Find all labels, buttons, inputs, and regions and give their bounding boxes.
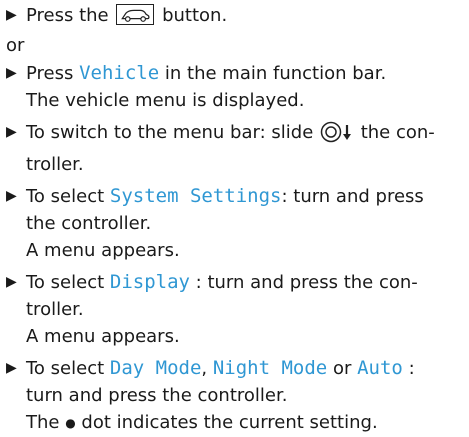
- ui-label-auto: Auto: [357, 357, 403, 379]
- dot-icon: ●: [65, 416, 76, 430]
- instruction-document: ▶ Press the button. or ▶ Press Vehicle i…: [0, 0, 469, 433]
- step-press-vehicle-button: ▶ Press the button.: [6, 2, 461, 29]
- bullet-arrow: ▶: [6, 274, 17, 290]
- step-result: A menu appears.: [26, 240, 180, 261]
- bullet-arrow: ▶: [6, 7, 17, 23]
- bullet-arrow: ▶: [6, 124, 17, 140]
- step-result: A menu appears.: [26, 326, 180, 347]
- step-switch-menu-bar: ▶ To switch to the menu bar: slide the c…: [6, 119, 461, 178]
- bullet-arrow: ▶: [6, 65, 17, 81]
- ui-label-display: Display: [109, 271, 190, 293]
- step-press-vehicle-menu: ▶ Press Vehicle in the main function bar…: [6, 60, 461, 114]
- ui-label-system-settings: System Settings: [109, 185, 282, 207]
- ui-label-day-mode: Day Mode: [109, 357, 202, 379]
- step-select-system-settings: ▶ To select System Settings: turn and pr…: [6, 183, 461, 264]
- ui-label-vehicle: Vehicle: [79, 62, 160, 84]
- step-select-mode: ▶ To select Day Mode, Night Mode or Auto…: [6, 355, 461, 437]
- bullet-arrow: ▶: [6, 360, 17, 376]
- step-result: The vehicle menu is displayed.: [26, 90, 305, 111]
- step-result: The ● dot indicates the current setting.: [26, 412, 378, 433]
- or-separator: or: [6, 35, 25, 56]
- step-select-display: ▶ To select Display : turn and press the…: [6, 269, 461, 350]
- bullet-arrow: ▶: [6, 188, 17, 204]
- ui-label-night-mode: Night Mode: [212, 357, 328, 379]
- car-button-icon: [116, 4, 155, 25]
- controller-slide-down-icon: [320, 121, 354, 151]
